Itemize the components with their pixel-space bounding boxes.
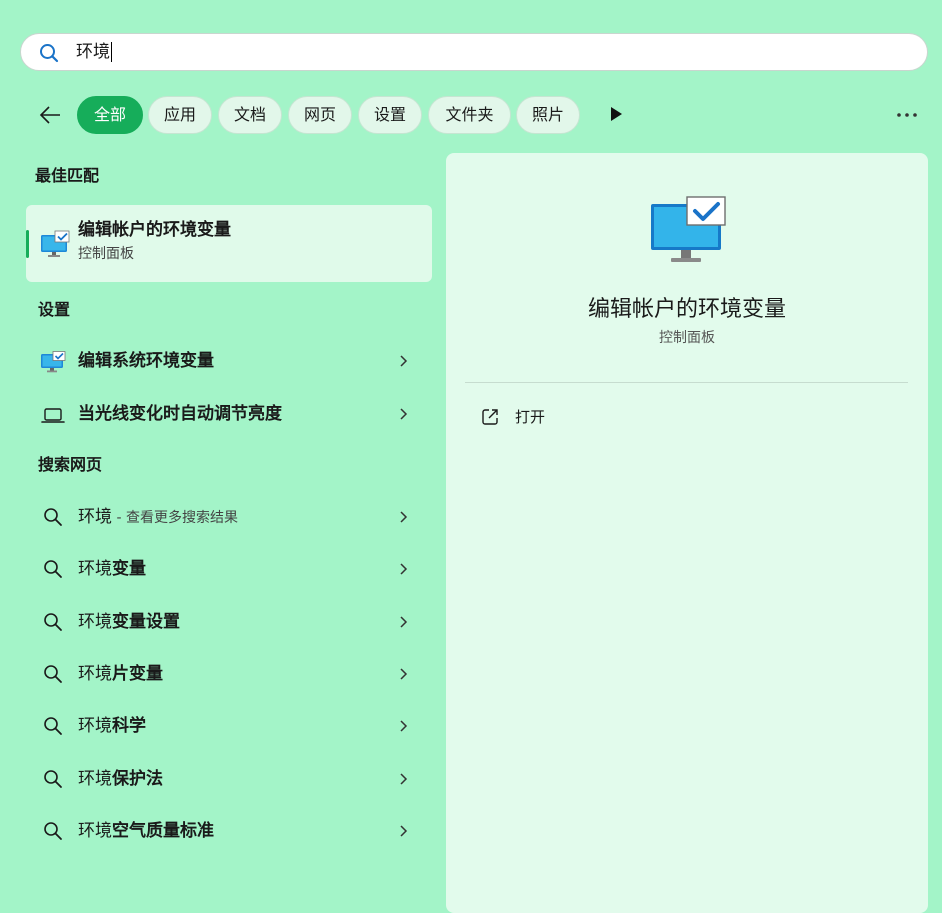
chevron-right-icon [400, 668, 408, 680]
best-match-heading: 最佳匹配 [35, 166, 100, 185]
filter-chip-documents[interactable]: 文档 [218, 96, 282, 134]
web-result[interactable]: 环境变量 [26, 545, 432, 593]
chevron-right-icon [400, 355, 408, 367]
monitor-check-icon [651, 196, 726, 262]
chevron-right-icon [400, 720, 408, 732]
filter-chip-settings[interactable]: 设置 [358, 96, 422, 134]
open-action-button[interactable]: 打开 [466, 400, 666, 434]
chevron-right-icon [400, 616, 408, 628]
web-result[interactable]: 环境保护法 [26, 755, 432, 803]
web-result-label: 环境 - 查看更多搜索结果 [78, 507, 238, 527]
web-result[interactable]: 环境片变量 [26, 650, 432, 698]
web-search-heading: 搜索网页 [38, 455, 103, 474]
filter-chip-web[interactable]: 网页 [288, 96, 352, 134]
web-result-label: 环境空气质量标准 [78, 821, 214, 841]
search-icon [44, 560, 62, 578]
text-caret [111, 42, 112, 62]
settings-heading: 设置 [38, 300, 71, 319]
chevron-right-icon [400, 773, 408, 785]
filter-chip-apps[interactable]: 应用 [148, 96, 212, 134]
search-icon [40, 44, 59, 63]
web-result-label: 环境科学 [78, 716, 146, 736]
back-arrow-icon[interactable] [36, 101, 64, 129]
web-result-label: 环境片变量 [78, 664, 163, 684]
preview-subtitle: 控制面板 [659, 330, 715, 346]
web-result-label: 环境变量 [78, 559, 146, 579]
monitor-check-icon [41, 230, 70, 257]
chevron-right-icon [400, 825, 408, 837]
search-icon [44, 717, 62, 735]
preview-title: 编辑帐户的环境变量 [587, 297, 786, 322]
best-match-result[interactable]: 编辑帐户的环境变量 控制面板 [26, 205, 432, 282]
selection-indicator [26, 230, 29, 258]
web-result-label: 环境变量设置 [78, 612, 180, 632]
web-result[interactable]: 环境空气质量标准 [26, 807, 432, 855]
best-match-subtitle: 控制面板 [78, 246, 134, 262]
settings-item-label: 当光线变化时自动调节亮度 [78, 404, 282, 424]
search-icon [44, 508, 62, 526]
settings-item-auto-brightness[interactable]: 当光线变化时自动调节亮度 [26, 390, 432, 438]
laptop-icon [41, 408, 65, 423]
open-external-icon [482, 409, 498, 425]
chevron-right-icon [400, 408, 408, 420]
settings-item-label: 编辑系统环境变量 [78, 351, 214, 371]
monitor-icon [41, 351, 66, 373]
search-input[interactable]: 环境 [76, 42, 112, 62]
search-box[interactable]: 环境 [20, 33, 928, 71]
web-result[interactable]: 环境变量设置 [26, 598, 432, 646]
web-result-see-more[interactable]: 环境 - 查看更多搜索结果 [26, 493, 432, 541]
chevron-right-icon [400, 563, 408, 575]
chevron-right-icon [400, 511, 408, 523]
settings-item-edit-system-env[interactable]: 编辑系统环境变量 [26, 337, 432, 385]
web-result-label: 环境保护法 [78, 769, 163, 789]
search-icon [44, 613, 62, 631]
search-icon [44, 770, 62, 788]
best-match-title: 编辑帐户的环境变量 [78, 220, 231, 240]
preview-divider [465, 382, 908, 383]
search-icon [44, 822, 62, 840]
web-result[interactable]: 环境科学 [26, 702, 432, 750]
filter-chip-photos[interactable]: 照片 [516, 96, 580, 134]
preview-panel: 编辑帐户的环境变量 控制面板 打开 [446, 153, 928, 913]
more-filters-play-icon[interactable] [609, 106, 623, 122]
search-icon [44, 665, 62, 683]
filter-chip-folders[interactable]: 文件夹 [428, 96, 511, 134]
open-action-label: 打开 [515, 408, 546, 426]
filter-chip-all[interactable]: 全部 [77, 96, 143, 134]
more-options-icon[interactable] [896, 112, 918, 118]
